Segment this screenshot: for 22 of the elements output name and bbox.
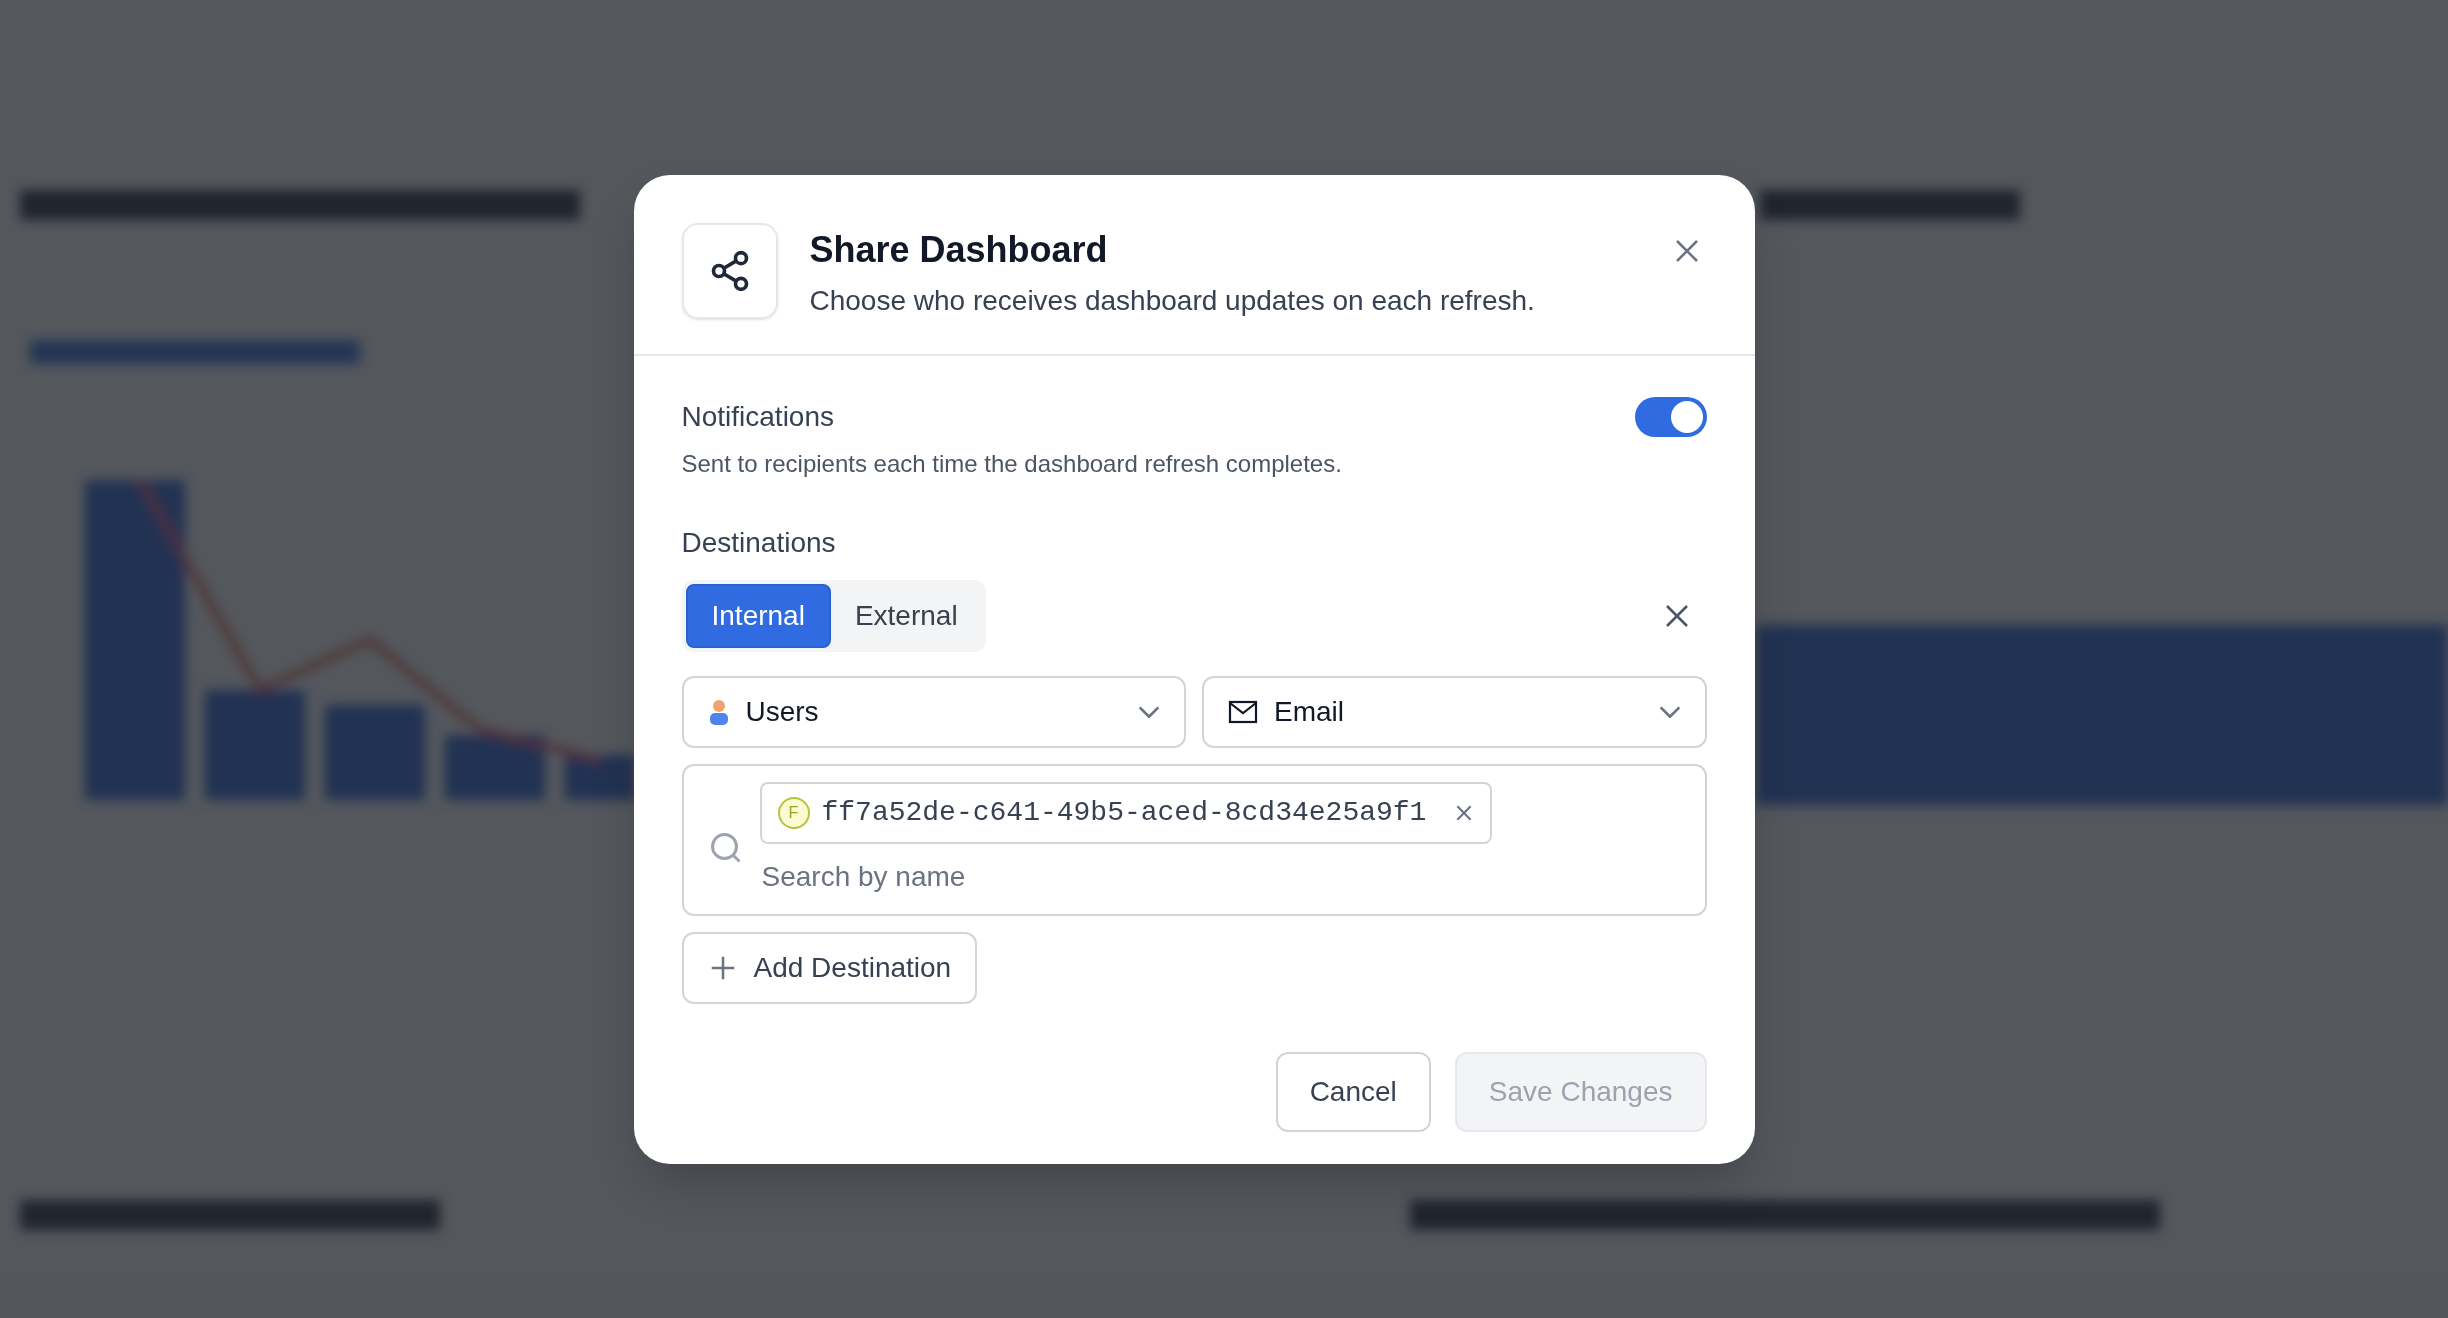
recipient-type-dropdown[interactable]: Users	[681, 675, 1186, 748]
dialog-title: Share Dashboard	[809, 227, 1109, 272]
dialog-subtitle: Choose who receives dashboard updates on each refresh.	[809, 283, 1536, 318]
destination-tab[interactable]: External	[830, 583, 982, 648]
destination-tab[interactable]: Internal	[685, 583, 831, 648]
mail-icon	[1228, 699, 1258, 724]
destinations-label: Destinations	[681, 525, 837, 560]
recipient-id: ff7a52de-c641-49b5-aced-8cd34e25a9f1	[821, 795, 1427, 830]
user-icon	[707, 698, 730, 725]
notifications-label: Notifications	[681, 399, 834, 434]
notifications-description: Sent to recipients each time the dashboard refresh completes.	[681, 448, 1343, 479]
channel-value: Email	[1274, 694, 1345, 729]
initial-avatar: F	[777, 796, 810, 829]
add-destination-button[interactable]: Add Destination	[681, 931, 978, 1004]
recipient-search-field[interactable]: F ff7a52de-c641-49b5-aced-8cd34e25a9f1 Search by name	[681, 763, 1707, 916]
channel-dropdown[interactable]: Email	[1202, 675, 1707, 748]
chevron-down-icon	[1138, 705, 1160, 718]
search-input[interactable]: Search by name	[759, 855, 1689, 898]
recipient-type-value: Users	[745, 694, 820, 729]
notifications-toggle[interactable]	[1634, 396, 1707, 437]
dialog-button[interactable]: Cancel	[1275, 1051, 1431, 1132]
chevron-down-icon	[1658, 705, 1681, 718]
